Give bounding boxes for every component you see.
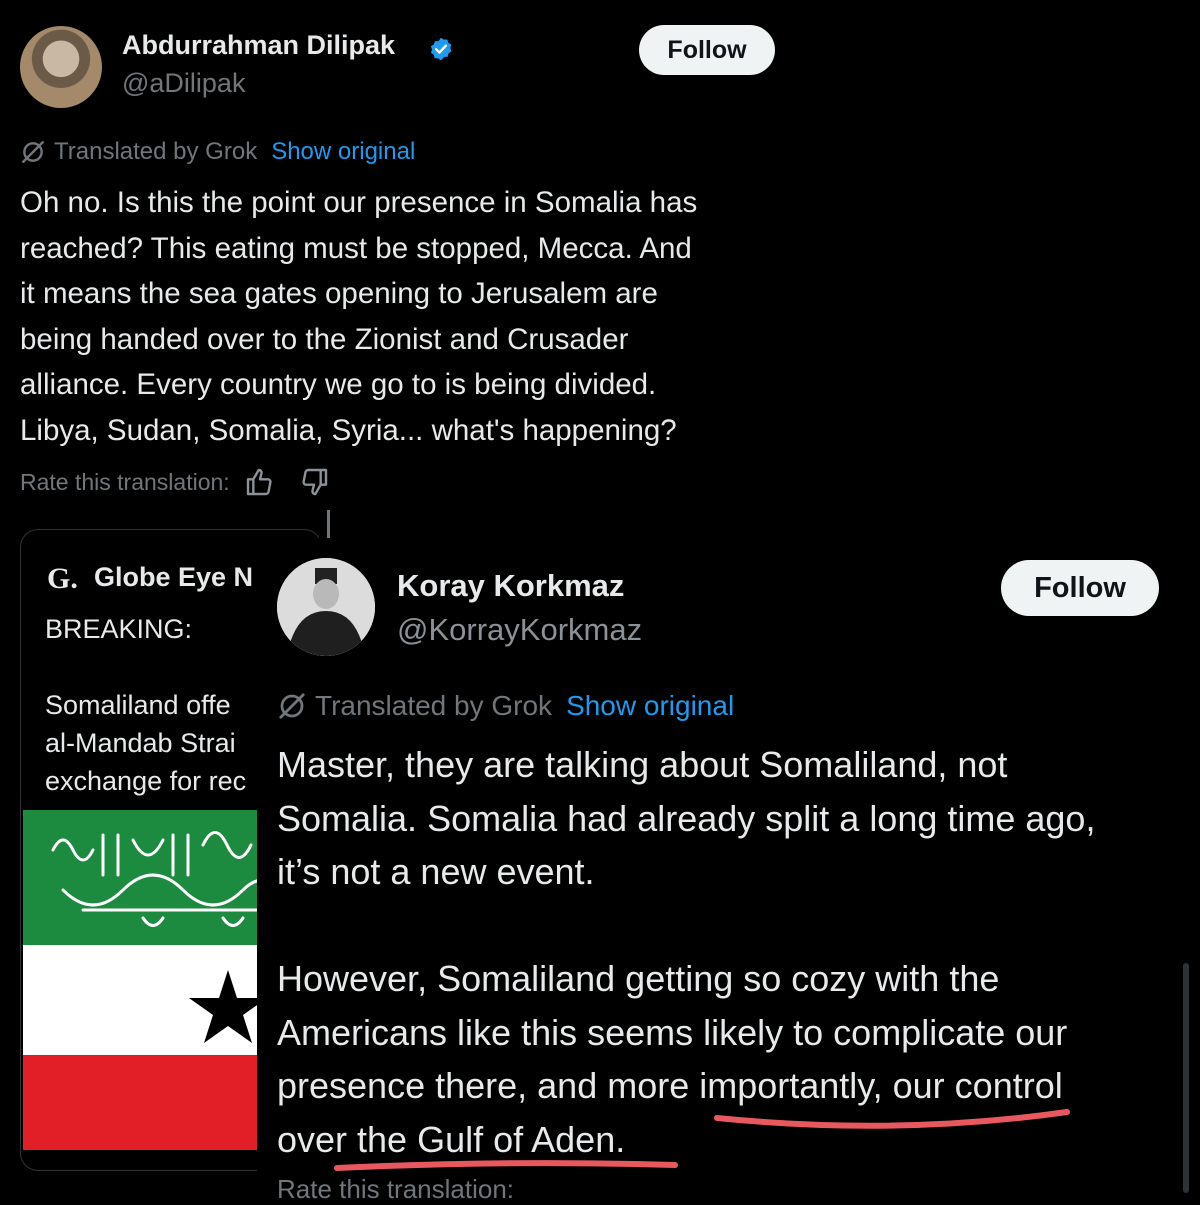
source-logo: G. (47, 562, 78, 595)
grok-icon (22, 141, 44, 163)
follow-button[interactable]: Follow (1001, 560, 1159, 616)
translated-by-label: Translated by Grok (315, 690, 553, 721)
tweet-text: Master, they are talking about Somalilan… (277, 744, 1096, 1160)
handle[interactable]: @KorrayKorkmaz (397, 612, 642, 648)
rate-translation: Rate this translation: (20, 466, 330, 498)
tweet-koray: Koray Korkmaz @KorrayKorkmaz Follow Tran… (257, 538, 1200, 1204)
handle[interactable]: @aDilipak (122, 68, 245, 99)
translation-bar: Translated by Grok Show original (277, 690, 734, 722)
show-original-link[interactable]: Show original (271, 138, 415, 166)
thumbs-up-icon[interactable] (244, 466, 276, 498)
grok-icon (279, 693, 305, 719)
display-name[interactable]: Abdurrahman Dilipak (122, 30, 395, 61)
rate-translation-label: Rate this translation: (20, 468, 230, 495)
tweet-text: Oh no. Is this the point our presence in… (20, 186, 698, 447)
avatar[interactable] (277, 558, 375, 656)
display-name[interactable]: Koray Korkmaz (397, 568, 624, 604)
verified-badge-icon (430, 37, 452, 61)
translated-by-label: Translated by Grok (54, 138, 258, 165)
quoted-source-name: Globe Eye N (94, 562, 254, 592)
scrollbar[interactable] (1183, 963, 1189, 1193)
translation-bar: Translated by Grok Show original (20, 138, 415, 166)
follow-button[interactable]: Follow (639, 25, 775, 75)
rate-translation-label: Rate this translation: (277, 1174, 515, 1204)
show-original-link[interactable]: Show original (566, 690, 734, 722)
thumbs-down-icon[interactable] (298, 466, 330, 498)
avatar[interactable] (20, 26, 102, 108)
portrait-image (277, 558, 375, 656)
